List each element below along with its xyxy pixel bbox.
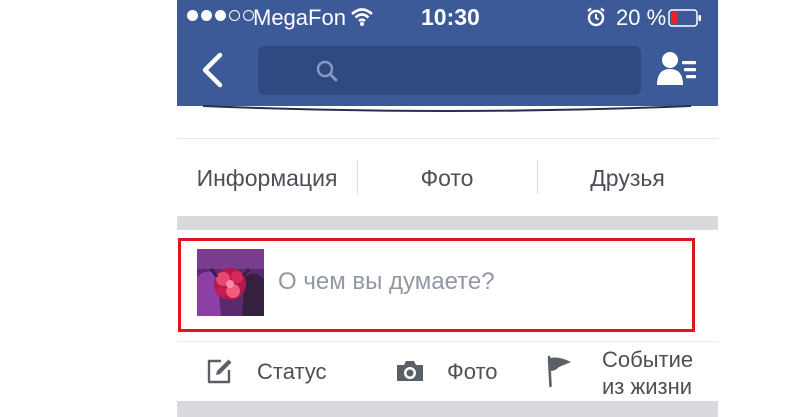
status-button[interactable]: Статус xyxy=(177,342,367,402)
camera-icon xyxy=(397,361,423,381)
life-event-label-line1: Событие xyxy=(602,347,694,372)
search-icon xyxy=(316,60,338,82)
phone-screen: MegaFon 10:30 20 % Информация Фото Друзь… xyxy=(177,0,718,417)
section-separator xyxy=(177,216,718,230)
tab-photos[interactable]: Фото xyxy=(357,139,537,217)
battery-percent: 20 % xyxy=(616,5,667,30)
alarm-icon xyxy=(587,7,605,27)
composer-actions: Статус Фото Событие из жизни xyxy=(177,341,718,402)
tab-info[interactable]: Информация xyxy=(177,139,357,217)
clock: 10:30 xyxy=(421,4,480,30)
navigation-bar: MegaFon 10:30 20 % xyxy=(177,0,718,106)
tab-friends[interactable]: Друзья xyxy=(537,139,718,217)
profile-tabs: Информация Фото Друзья xyxy=(177,138,718,217)
battery-icon xyxy=(668,9,701,27)
life-event-label-line2: из жизни xyxy=(602,374,693,399)
wifi-icon xyxy=(351,8,373,26)
edit-icon xyxy=(207,359,232,384)
life-event-button[interactable]: Событие из жизни xyxy=(537,342,718,402)
photo-label: Фото xyxy=(447,359,498,384)
friends-icon[interactable] xyxy=(657,50,699,86)
search-input[interactable] xyxy=(258,46,641,95)
flag-icon xyxy=(547,355,571,388)
highlight-frame xyxy=(178,238,695,332)
carrier-name: MegaFon xyxy=(253,5,346,30)
back-icon[interactable] xyxy=(199,52,225,88)
status-bar: MegaFon 10:30 20 % xyxy=(177,0,718,36)
photo-button[interactable]: Фото xyxy=(377,342,537,402)
section-separator xyxy=(177,401,718,417)
signal-strength-icon xyxy=(187,10,254,21)
status-label: Статус xyxy=(257,359,327,384)
cover-photo-edge xyxy=(202,105,692,112)
